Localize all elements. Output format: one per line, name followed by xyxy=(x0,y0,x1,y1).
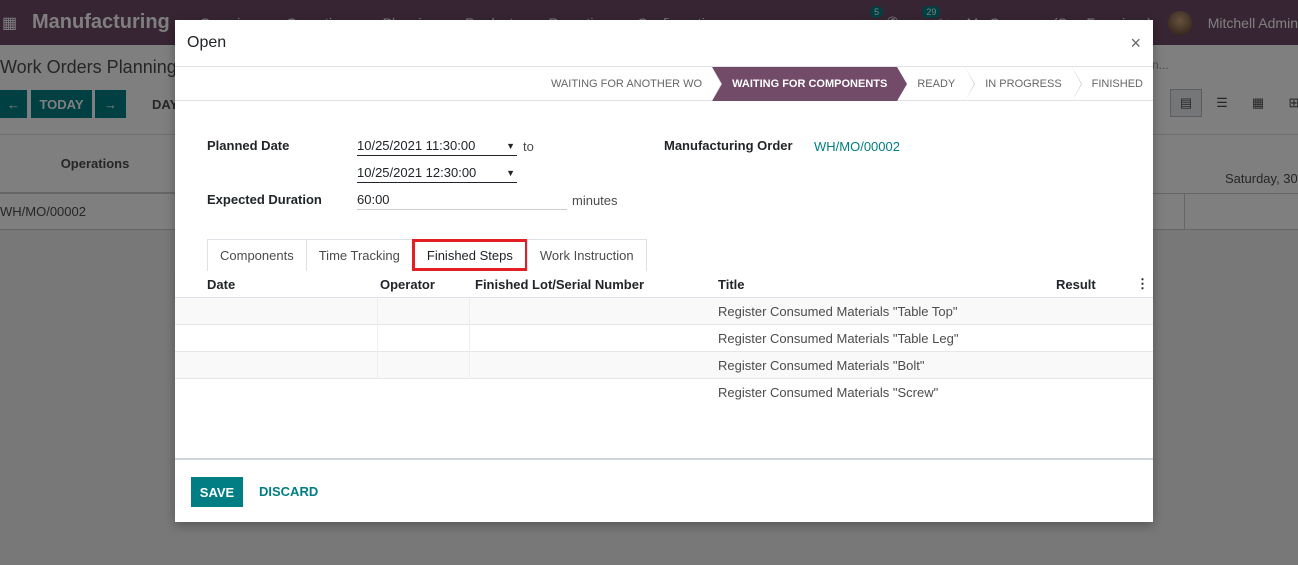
stage-ready[interactable]: READY xyxy=(897,67,976,101)
col-lot-serial[interactable]: Finished Lot/Serial Number xyxy=(475,277,644,292)
planned-date-start-field[interactable]: 10/25/2021 11:30:00 ▼ xyxy=(357,136,517,156)
cell-divider xyxy=(377,298,378,325)
row-title: Register Consumed Materials "Bolt" xyxy=(718,358,925,373)
cell-divider xyxy=(469,325,470,352)
close-icon[interactable]: × xyxy=(1130,33,1141,54)
col-date[interactable]: Date xyxy=(207,277,235,292)
cell-divider xyxy=(377,352,378,379)
stage-waiting-components[interactable]: WAITING FOR COMPONENTS xyxy=(712,67,908,101)
col-result[interactable]: Result xyxy=(1056,277,1096,292)
row-title: Register Consumed Materials "Table Top" xyxy=(718,304,958,319)
discard-button[interactable]: DISCARD xyxy=(259,484,318,499)
manufacturing-order-link[interactable]: WH/MO/00002 xyxy=(814,139,900,154)
stage-finished[interactable]: FINISHED xyxy=(1072,67,1153,101)
expected-duration-field[interactable]: 60:00 xyxy=(357,190,567,210)
table-header: Date Operator Finished Lot/Serial Number… xyxy=(175,270,1153,298)
row-title: Register Consumed Materials "Table Leg" xyxy=(718,331,959,346)
row-title: Register Consumed Materials "Screw" xyxy=(718,385,939,400)
table-row[interactable]: Register Consumed Materials "Screw" xyxy=(175,379,1153,406)
form-body: Planned Date 10/25/2021 11:30:00 ▼ to 10… xyxy=(175,101,1153,276)
expected-duration-value: 60:00 xyxy=(357,192,390,207)
planned-date-label: Planned Date xyxy=(207,138,290,153)
duration-unit: minutes xyxy=(572,193,618,208)
col-operator[interactable]: Operator xyxy=(380,277,435,292)
table-row[interactable]: Register Consumed Materials "Bolt" xyxy=(175,352,1153,379)
cell-divider xyxy=(469,352,470,379)
cell-divider xyxy=(377,325,378,352)
finished-steps-table: Date Operator Finished Lot/Serial Number… xyxy=(175,270,1153,406)
modal-header: Open × xyxy=(175,20,1153,67)
save-button[interactable]: SAVE xyxy=(191,477,243,507)
cell-divider xyxy=(469,298,470,325)
table-row[interactable]: Register Consumed Materials "Table Leg" xyxy=(175,325,1153,352)
to-label: to xyxy=(523,139,534,154)
col-title[interactable]: Title xyxy=(718,277,745,292)
planned-date-end-field[interactable]: 10/25/2021 12:30:00 ▼ xyxy=(357,163,517,183)
column-options-icon[interactable]: ⋮ xyxy=(1136,276,1149,292)
modal-footer: SAVE DISCARD xyxy=(175,458,1153,522)
modal-title: Open xyxy=(187,34,227,51)
planned-date-end-value: 10/25/2021 12:30:00 xyxy=(357,165,477,180)
table-row[interactable]: Register Consumed Materials "Table Top" xyxy=(175,298,1153,325)
planned-date-start-value: 10/25/2021 11:30:00 xyxy=(357,138,476,153)
stage-in-progress[interactable]: IN PROGRESS xyxy=(965,67,1083,101)
dropdown-caret-icon[interactable]: ▼ xyxy=(506,141,517,151)
tab-work-instruction[interactable]: Work Instruction xyxy=(526,239,647,271)
tab-time-tracking[interactable]: Time Tracking xyxy=(305,239,413,271)
status-bar: WAITING FOR ANOTHER WO WAITING FOR COMPO… xyxy=(175,67,1153,101)
stage-pipeline: WAITING FOR ANOTHER WO WAITING FOR COMPO… xyxy=(541,67,1153,101)
stage-waiting-another-wo[interactable]: WAITING FOR ANOTHER WO xyxy=(541,67,723,101)
tab-finished-steps[interactable]: Finished Steps xyxy=(411,239,528,271)
expected-duration-label: Expected Duration xyxy=(207,192,322,207)
tab-components[interactable]: Components xyxy=(207,239,307,271)
manufacturing-order-label: Manufacturing Order xyxy=(664,138,793,153)
dropdown-caret-icon[interactable]: ▼ xyxy=(506,168,517,178)
work-order-dialog: Open × WAITING FOR ANOTHER WO WAITING FO… xyxy=(175,20,1153,522)
notebook-tabs: Components Time Tracking Finished Steps … xyxy=(207,239,647,271)
